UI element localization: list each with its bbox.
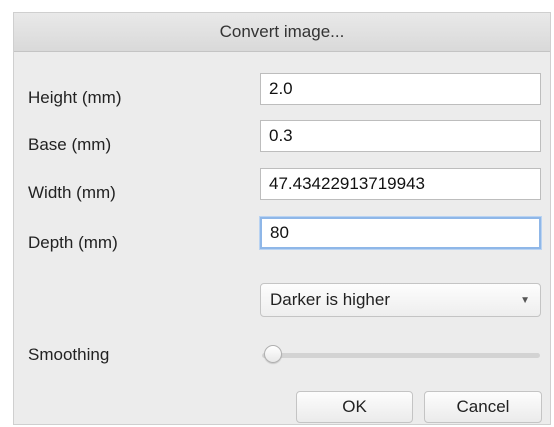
depth-label: Depth (mm) xyxy=(28,233,118,252)
height-mode-select[interactable]: Darker is higher ▼ xyxy=(260,283,541,317)
cancel-button[interactable]: Cancel xyxy=(424,391,542,423)
base-label: Base (mm) xyxy=(28,135,112,154)
convert-image-dialog: Convert image... Height (mm) Base (mm) W… xyxy=(13,12,551,425)
dialog-title: Convert image... xyxy=(14,13,550,52)
smoothing-slider-track[interactable] xyxy=(262,353,540,358)
height-label: Height (mm) xyxy=(28,88,122,107)
height-input[interactable] xyxy=(260,73,541,105)
chevron-down-icon: ▼ xyxy=(520,294,530,306)
width-label: Width (mm) xyxy=(28,183,116,202)
smoothing-slider-thumb[interactable] xyxy=(264,345,282,363)
base-input[interactable] xyxy=(260,120,541,152)
ok-button[interactable]: OK xyxy=(296,391,413,423)
depth-input[interactable] xyxy=(260,217,541,249)
height-mode-selected: Darker is higher xyxy=(270,290,390,309)
width-input[interactable] xyxy=(260,168,541,200)
smoothing-label: Smoothing xyxy=(28,345,110,364)
